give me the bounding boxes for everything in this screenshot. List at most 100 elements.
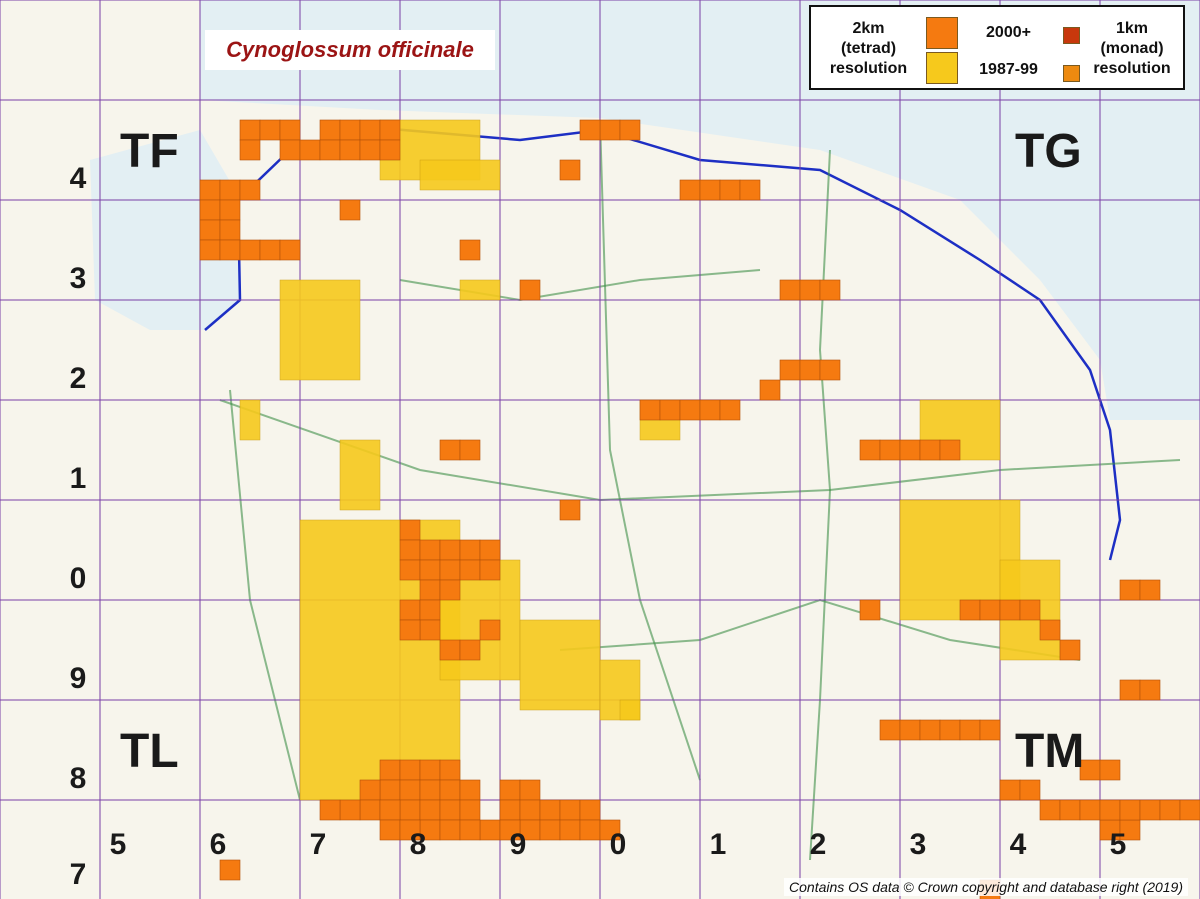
col-label-6: 6: [209, 828, 227, 861]
col-label-5-east: 5: [1109, 828, 1127, 861]
legend-tetrad-line-1: 2km: [852, 20, 885, 37]
tetrad-recent-16: [579, 119, 601, 141]
tetrad-recent-14: [599, 119, 621, 141]
legend-monad-line-3: resolution: [1093, 60, 1171, 77]
tetrad-recent-26: [239, 239, 261, 261]
tetrad-recent-94: [699, 179, 721, 201]
tetrad-recent-72: [579, 799, 601, 821]
col-label-9: 9: [509, 828, 527, 861]
col-label-3: 3: [909, 828, 927, 861]
tetrad-recent-143: [1079, 799, 1101, 821]
tetrad-recent-63: [519, 779, 541, 801]
tetrad-recent-117: [1119, 579, 1141, 601]
tetrad-recent-3: [319, 119, 341, 141]
col-label-0: 0: [609, 828, 627, 861]
tetrad-recent-0: [239, 119, 261, 141]
row-label-9: 9: [69, 662, 87, 695]
tetrad-recent-98: [639, 399, 661, 421]
tetrad-recent-92: [559, 159, 581, 181]
tetrad-old-block-3: [519, 619, 601, 711]
col-label-4: 4: [1009, 828, 1027, 861]
tetrad-recent-32: [399, 519, 421, 541]
row-label-3: 3: [69, 262, 87, 295]
tetrad-old-block-1: [339, 439, 381, 511]
tetrad-recent-60: [439, 779, 461, 801]
grid-square-label-tg: TG: [1015, 125, 1082, 178]
tetrad-recent-113: [999, 599, 1021, 621]
tetrad-recent-25: [219, 239, 241, 261]
tetrad-recent-81: [359, 799, 381, 821]
tetrad-recent-96: [739, 179, 761, 201]
tetrad-recent-43: [419, 579, 441, 601]
tetrad-recent-54: [399, 759, 421, 781]
tetrad-recent-22: [199, 219, 221, 241]
tetrad-recent-39: [419, 559, 441, 581]
tetrad-recent-45: [399, 599, 421, 621]
tetrad-recent-24: [199, 239, 221, 261]
tetrad-recent-141: [1039, 799, 1061, 821]
tetrad-recent-2: [279, 119, 301, 141]
tetrad-recent-148: [1179, 799, 1200, 821]
tetrad-recent-46: [419, 599, 441, 621]
tetrad-recent-20: [199, 199, 221, 221]
tetrad-recent-1: [259, 119, 281, 141]
tetrad-recent-58: [399, 779, 421, 801]
legend-monad-label: 1km (monad) resolution: [1083, 19, 1181, 79]
legend-swatch-recent: [926, 17, 958, 49]
tetrad-recent-134: [859, 439, 881, 461]
tetrad-recent-5: [359, 119, 381, 141]
tetrad-recent-77: [559, 819, 581, 841]
legend-monad-line-2: (monad): [1100, 40, 1164, 57]
tetrad-recent-19: [239, 179, 261, 201]
row-label-8: 8: [69, 762, 87, 795]
tetrad-recent-66: [439, 799, 461, 821]
tetrad-recent-29: [339, 199, 361, 221]
col-label-2: 2: [809, 828, 827, 861]
tetrad-recent-115: [1039, 619, 1061, 641]
tetrad-recent-18: [219, 179, 241, 201]
grid-square-label-tm: TM: [1015, 725, 1085, 778]
tetrad-recent-41: [459, 559, 481, 581]
tetrad-recent-10: [319, 139, 341, 161]
tetrad-recent-107: [779, 359, 801, 381]
legend: 2km (tetrad) resolution 2000+ 1987-99 1k…: [809, 5, 1185, 90]
tetrad-recent-4: [339, 119, 361, 141]
row-label-7: 7: [69, 858, 87, 891]
row-label-1: 1: [69, 462, 87, 495]
tetrad-recent-13: [379, 139, 401, 161]
tetrad-recent-70: [539, 799, 561, 821]
tetrad-recent-21: [219, 199, 241, 221]
tetrad-recent-120: [1139, 679, 1161, 701]
tetrad-recent-34: [419, 539, 441, 561]
tetrad-recent-11: [339, 139, 361, 161]
tetrad-recent-53: [379, 759, 401, 781]
tetrad-recent-59: [419, 779, 441, 801]
tetrad-recent-76: [539, 819, 561, 841]
tetrad-recent-111: [959, 599, 981, 621]
tetrad-recent-105: [819, 279, 841, 301]
tetrad-recent-128: [879, 719, 901, 741]
col-label-5: 5: [109, 828, 127, 861]
tetrad-recent-82: [339, 799, 361, 821]
tetrad-old-block-6: [279, 279, 361, 381]
copyright-credit: Contains OS data © Crown copyright and d…: [784, 878, 1188, 896]
tetrad-recent-44: [439, 579, 461, 601]
tetrad-recent-112: [979, 599, 1001, 621]
tetrad-recent-47: [419, 619, 441, 641]
tetrad-recent-37: [479, 539, 501, 561]
legend-swatch-old: [926, 52, 958, 84]
tetrad-recent-49: [479, 619, 501, 641]
tetrad-recent-118: [1139, 579, 1161, 601]
grid-square-label-tl: TL: [120, 725, 179, 778]
legend-swatch-monad-old: [1063, 65, 1080, 82]
tetrad-recent-95: [719, 179, 741, 201]
tetrad-recent-130: [919, 719, 941, 741]
legend-recent-label: 2000+: [986, 24, 1031, 41]
tetrad-recent-85: [379, 819, 401, 841]
tetrad-recent-145: [1119, 799, 1141, 821]
tetrad-old-block-5: [419, 159, 501, 191]
tetrad-old-block-12: [459, 279, 501, 301]
tetrad-recent-132: [959, 719, 981, 741]
tetrad-recent-108: [799, 359, 821, 381]
tetrad-recent-93: [679, 179, 701, 201]
